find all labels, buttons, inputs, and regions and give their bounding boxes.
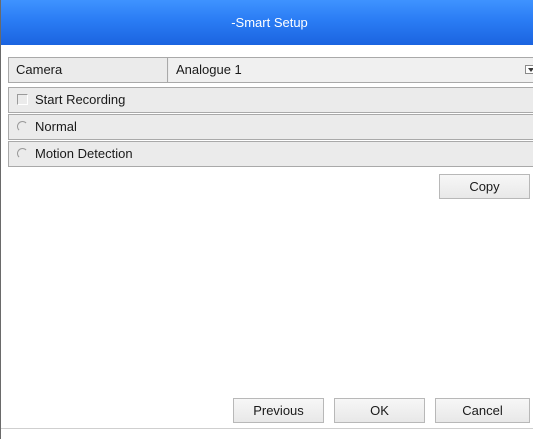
camera-select[interactable]: Analogue 1 (169, 58, 533, 82)
previous-button[interactable]: Previous (233, 398, 324, 423)
camera-row: Camera Analogue 1 (8, 57, 533, 83)
cancel-button[interactable]: Cancel (435, 398, 530, 423)
start-recording-row[interactable]: Start Recording (8, 87, 533, 113)
motion-detection-label: Motion Detection (35, 146, 133, 161)
normal-radio[interactable] (17, 121, 28, 132)
ok-button[interactable]: OK (334, 398, 425, 423)
motion-detection-radio[interactable] (17, 148, 28, 159)
start-recording-checkbox[interactable] (17, 94, 28, 105)
start-recording-label: Start Recording (35, 92, 126, 107)
copy-button[interactable]: Copy (439, 174, 530, 199)
smart-setup-dialog: -Smart Setup Camera Analogue 1 Start Rec… (0, 0, 533, 439)
dialog-title: -Smart Setup (231, 15, 308, 30)
dialog-titlebar: -Smart Setup (1, 0, 533, 45)
camera-label: Camera (9, 58, 168, 82)
chevron-down-icon[interactable] (525, 65, 533, 74)
normal-label: Normal (35, 119, 77, 134)
motion-detection-row[interactable]: Motion Detection (8, 141, 533, 167)
bottom-divider (1, 428, 533, 429)
normal-row[interactable]: Normal (8, 114, 533, 140)
content-area (8, 167, 533, 427)
camera-selected-value: Analogue 1 (176, 62, 242, 77)
